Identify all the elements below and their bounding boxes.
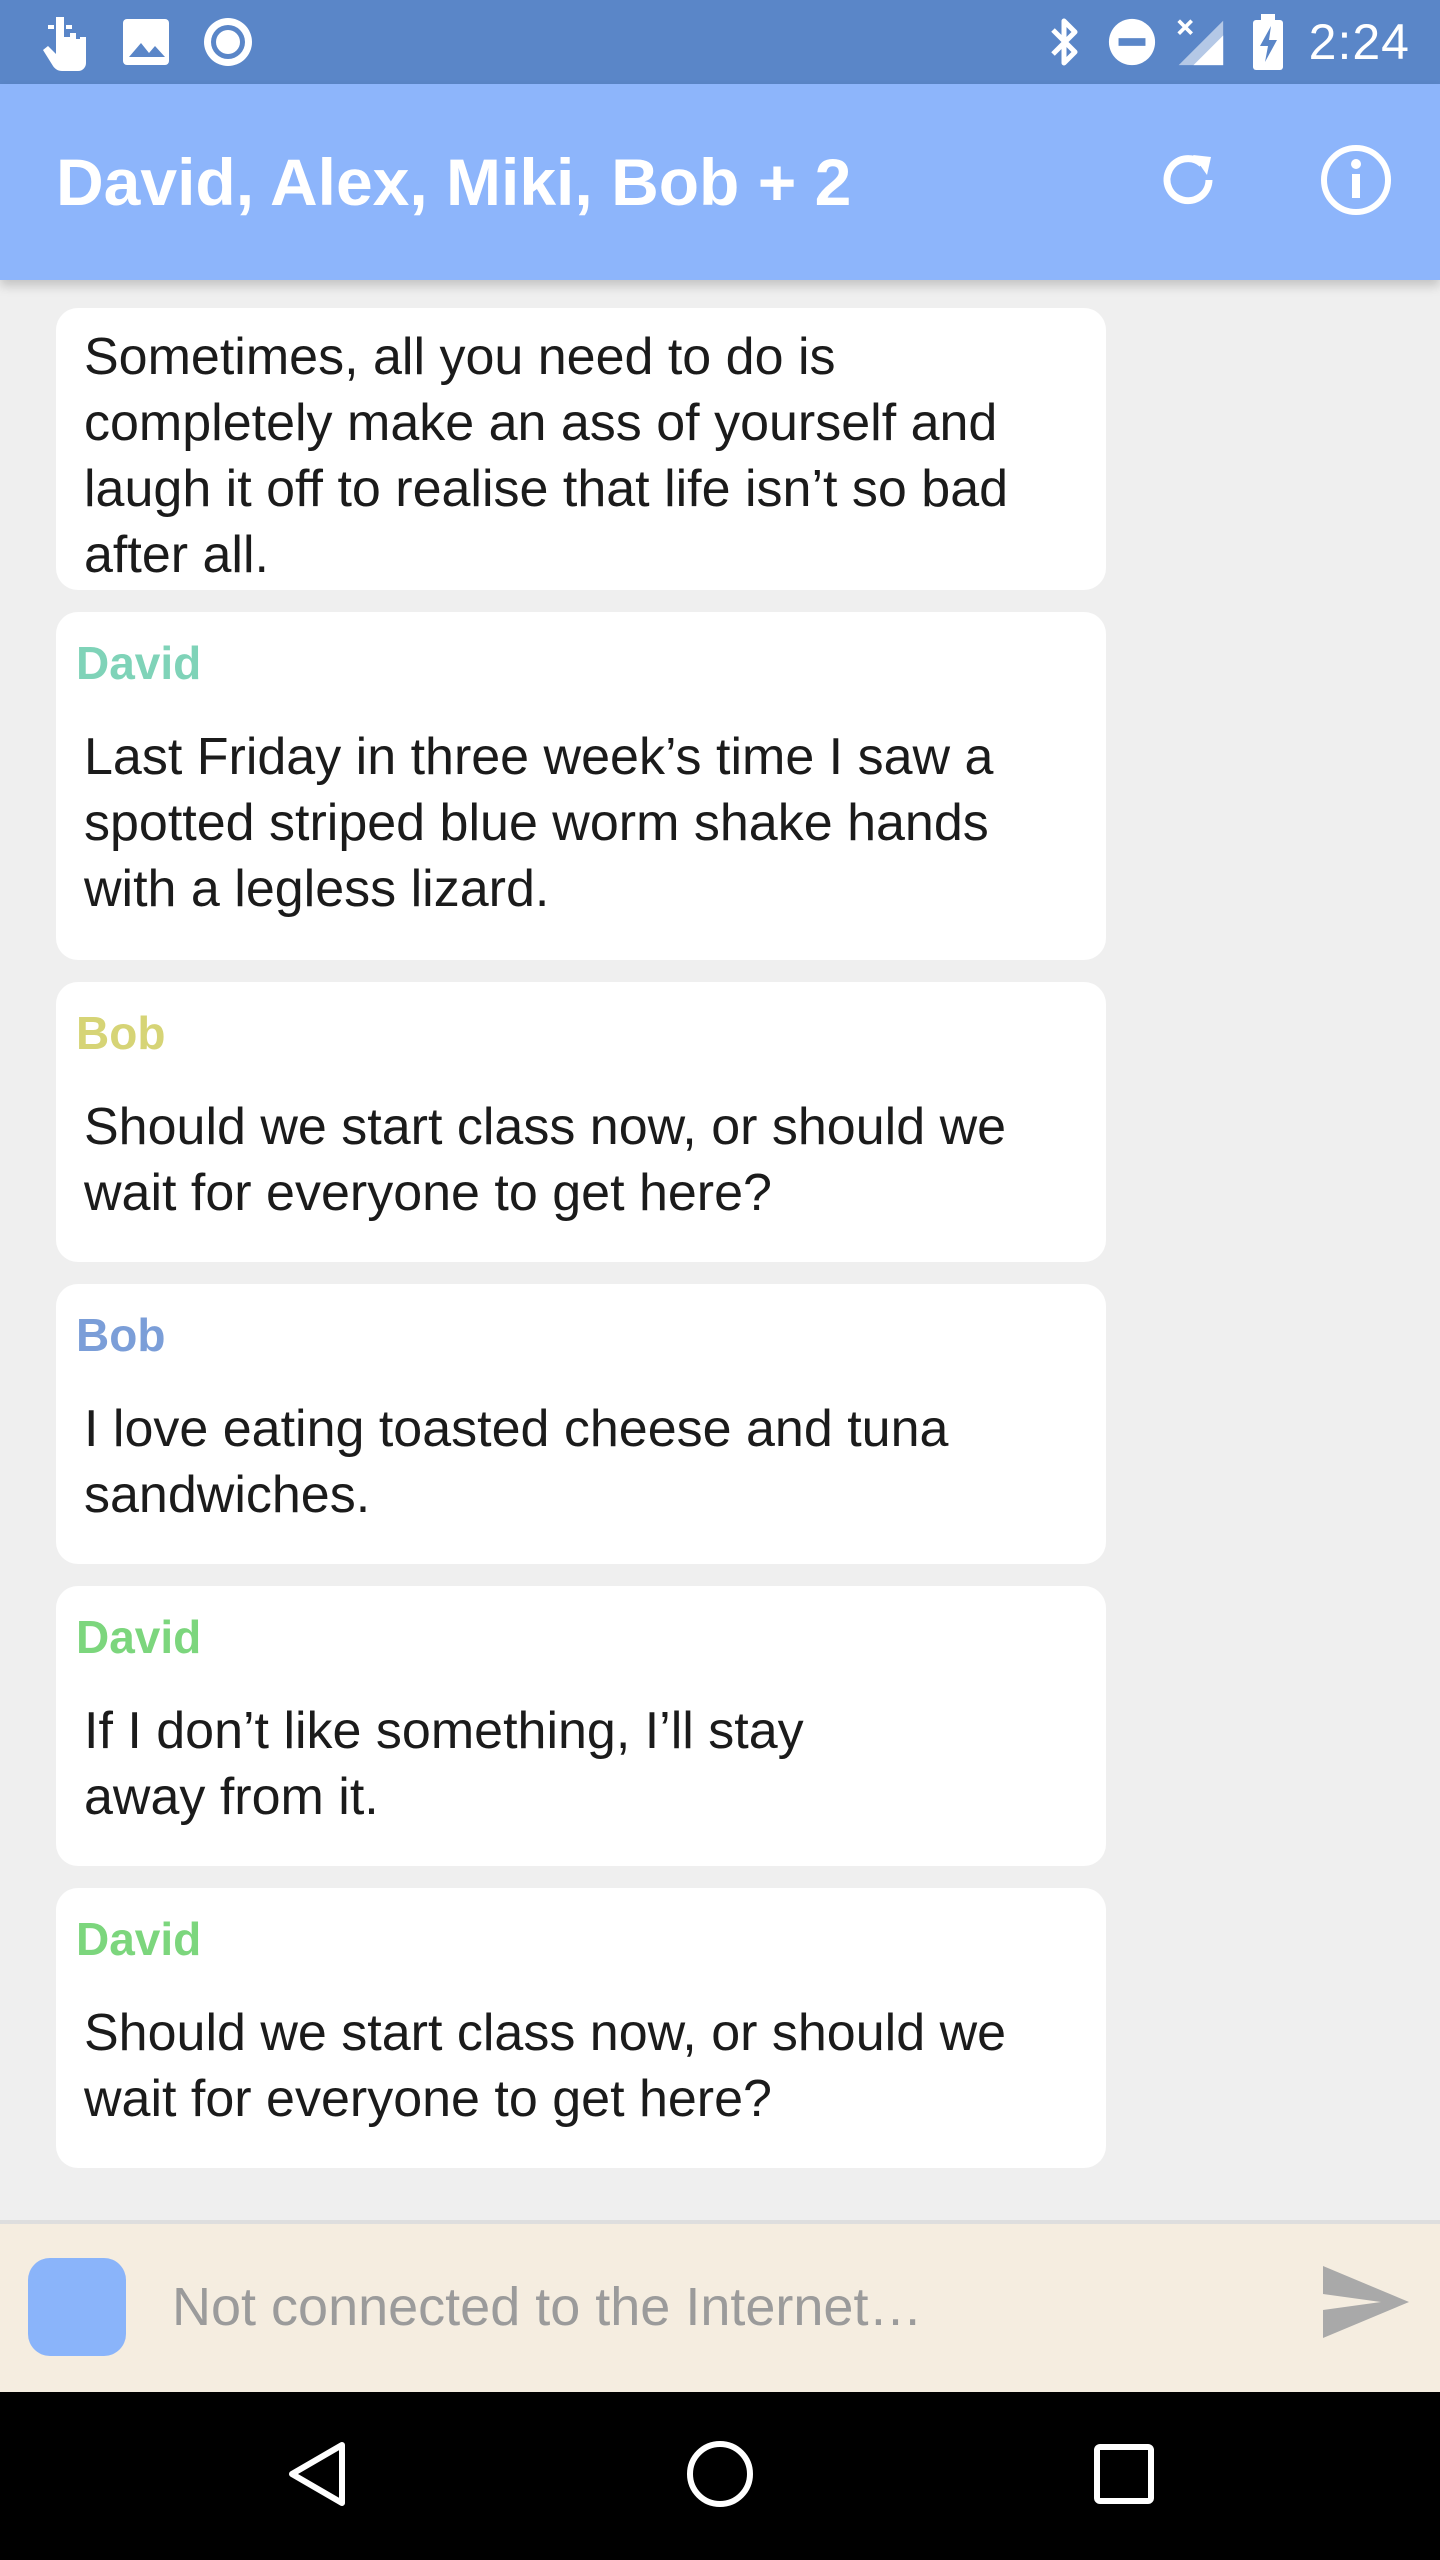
record-icon: [200, 14, 256, 70]
message-input[interactable]: [172, 2252, 1272, 2362]
bluetooth-icon: [1039, 14, 1089, 70]
message-card: David If I don’t like something, I’ll st…: [56, 1586, 1106, 1866]
image-icon: [118, 14, 174, 70]
battery-charging-icon: [1243, 14, 1293, 70]
back-button[interactable]: [266, 2426, 366, 2526]
status-left-icons: [36, 12, 282, 72]
message-sender: Bob: [76, 1007, 166, 1059]
clock: 2:24: [1308, 14, 1410, 70]
message-sender: David: [76, 1611, 202, 1663]
message-text: Sometimes, all you need to do is complet…: [84, 328, 1009, 584]
navigation-bar: [0, 2392, 1440, 2560]
conversation-title: David, Alex, Miki, Bob + 2: [56, 145, 852, 219]
message-text: If I don’t like something, I’ll stay awa…: [84, 1702, 804, 1826]
message-card: David Last Friday in three week’s time I…: [56, 612, 1106, 960]
message-sender: David: [76, 1913, 202, 1965]
status-bar: 2:24: [0, 0, 1440, 84]
send-button[interactable]: [1316, 2254, 1416, 2354]
composer: [0, 2220, 1440, 2392]
message-sender: David: [76, 637, 202, 689]
back-icon: [284, 2439, 348, 2514]
message-sender: Bob: [76, 1309, 166, 1361]
home-icon: [685, 2439, 755, 2514]
message-list[interactable]: Sometimes, all you need to do is complet…: [0, 280, 1440, 2220]
message-text: I love eating toasted cheese and tuna sa…: [84, 1400, 949, 1524]
status-right-icons: 2:24: [1021, 0, 1410, 84]
user-avatar[interactable]: [28, 2258, 126, 2356]
message-text: Should we start class now, or should we …: [84, 2004, 1007, 2128]
recents-button[interactable]: [1074, 2426, 1174, 2526]
home-button[interactable]: [670, 2426, 770, 2526]
message-card: Bob Should we start class now, or should…: [56, 982, 1106, 1262]
message-text: Should we start class now, or should we …: [84, 1098, 1007, 1222]
refresh-button[interactable]: [1138, 132, 1238, 232]
signal-icon: [1175, 14, 1225, 70]
message-text: Last Friday in three week’s time I saw a…: [84, 728, 994, 918]
do-not-disturb-icon: [1107, 14, 1157, 70]
touch-icon: [36, 14, 92, 71]
app-bar: David, Alex, Miki, Bob + 2: [0, 84, 1440, 280]
message-card: Sometimes, all you need to do is complet…: [56, 308, 1106, 590]
message-card: David Should we start class now, or shou…: [56, 1888, 1106, 2168]
info-button[interactable]: [1306, 132, 1406, 232]
refresh-icon: [1153, 145, 1223, 220]
message-card: Bob I love eating toasted cheese and tun…: [56, 1284, 1106, 1564]
recents-icon: [1092, 2442, 1156, 2511]
info-icon: [1319, 143, 1393, 222]
send-icon: [1321, 2264, 1411, 2345]
